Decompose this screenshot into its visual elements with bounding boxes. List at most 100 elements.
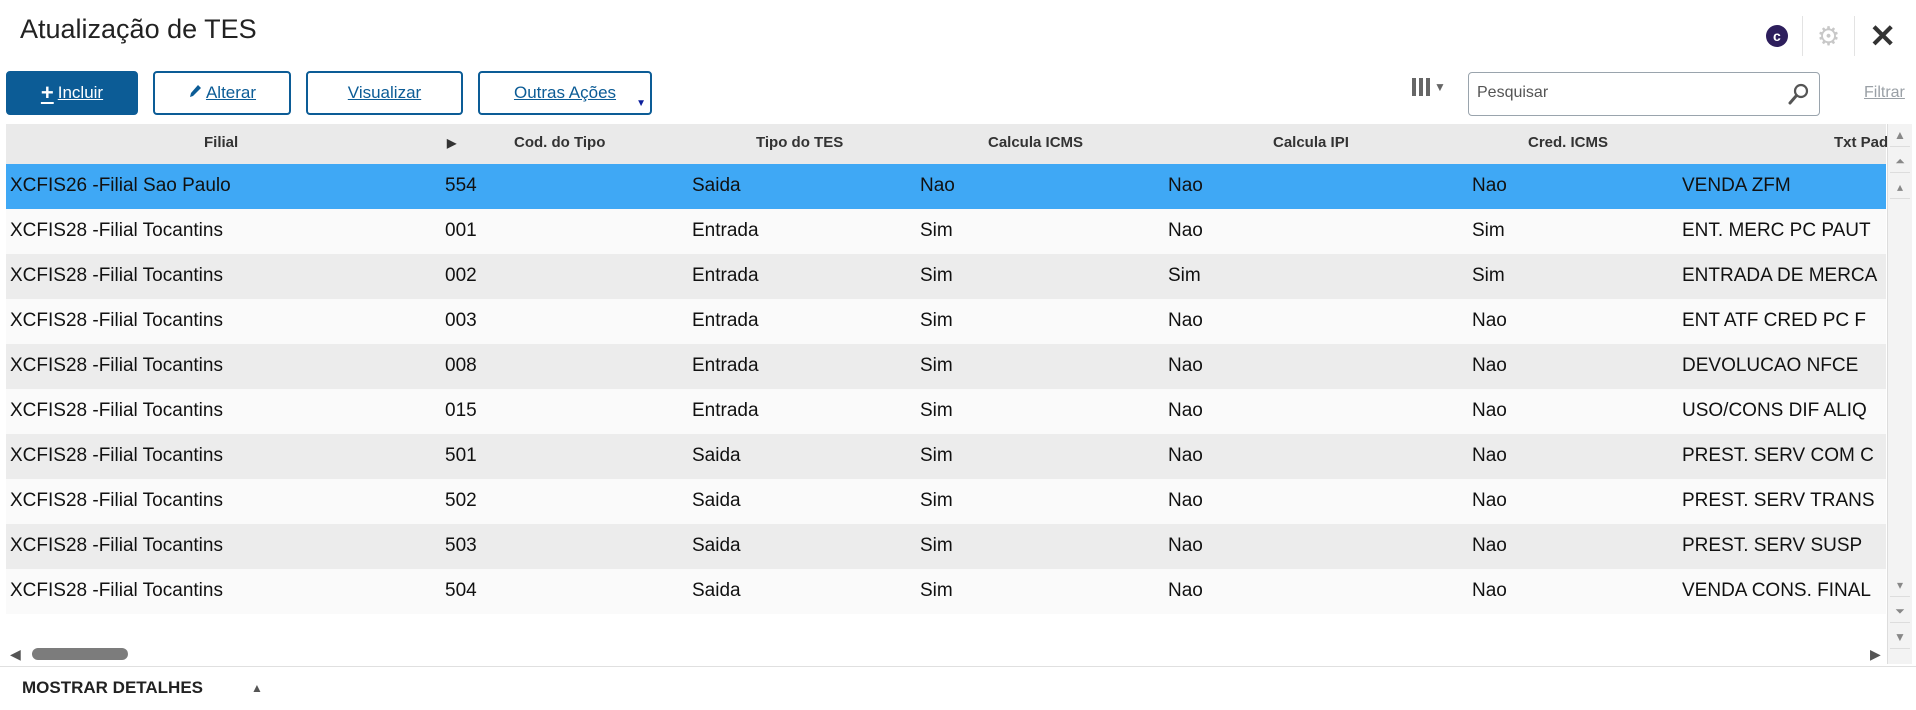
- column-selector[interactable]: ▼: [1412, 78, 1446, 96]
- scroll-right-icon[interactable]: ▶: [1870, 646, 1881, 663]
- cell-filial: XCFIS28 -Filial Tocantins: [10, 220, 223, 241]
- column-header-txt-pad[interactable]: Txt Pad: [1834, 134, 1888, 151]
- table-row[interactable]: XCFIS28 -Filial Tocantins 015 Entrada Sim Na…: [6, 389, 1886, 434]
- table-row[interactable]: XCFIS28 -Filial Tocantins 003 Entrada Sim Na…: [6, 299, 1886, 344]
- cell-calcula-icms: Sim: [920, 580, 953, 601]
- cell-calcula-icms: Sim: [920, 490, 953, 511]
- cell-tipo-tes: Entrada: [692, 400, 759, 421]
- cell-cred-icms: Nao: [1472, 490, 1507, 511]
- cell-cred-icms: Nao: [1472, 445, 1507, 466]
- cell-calcula-icms: Sim: [920, 355, 953, 376]
- cell-calcula-icms: Sim: [920, 220, 953, 241]
- cell-calcula-ipi: Nao: [1168, 400, 1203, 421]
- cell-calcula-ipi: Sim: [1168, 265, 1201, 286]
- cell-calcula-icms: Sim: [920, 445, 953, 466]
- search-box: [1468, 72, 1820, 116]
- cell-cod-tipo: 554: [445, 175, 477, 196]
- table-row[interactable]: XCFIS28 -Filial Tocantins 008 Entrada Sim Na…: [6, 344, 1886, 389]
- divider: [0, 666, 1916, 667]
- grid-header: Filial ▶ Cod. do Tipo Tipo do TES Calcul…: [6, 124, 1888, 164]
- cell-cred-icms: Nao: [1472, 355, 1507, 376]
- cell-txt-pad: DEVOLUCAO NFCE: [1682, 355, 1859, 376]
- scroll-top-icon[interactable]: ▲: [1890, 124, 1910, 147]
- scroll-up-icon[interactable]: ▴: [1890, 176, 1910, 199]
- search-input[interactable]: [1475, 83, 1779, 103]
- table-row[interactable]: XCFIS28 -Filial Tocantins 504 Saida Sim Nao N…: [6, 569, 1886, 614]
- cell-cred-icms: Nao: [1472, 400, 1507, 421]
- header-icons: c ⚙ ✕: [1765, 16, 1896, 56]
- visualizar-button[interactable]: Visualizar: [306, 71, 463, 115]
- cell-tipo-tes: Entrada: [692, 355, 759, 376]
- divider: [1854, 16, 1856, 56]
- cell-calcula-ipi: Nao: [1168, 490, 1203, 511]
- cell-cred-icms: Sim: [1472, 220, 1505, 241]
- search-icon[interactable]: [1787, 82, 1811, 106]
- table-row[interactable]: XCFIS28 -Filial Tocantins 501 Saida Sim Nao N…: [6, 434, 1886, 479]
- incluir-label: Incluir: [57, 83, 104, 102]
- divider: [1801, 16, 1803, 56]
- scroll-page-up-icon[interactable]: ⏶: [1890, 150, 1910, 173]
- table-row[interactable]: XCFIS26 -Filial Sao Paulo 554 Saida Nao Nao N…: [6, 164, 1886, 209]
- table-row[interactable]: XCFIS28 -Filial Tocantins 503 Saida Sim Nao N…: [6, 524, 1886, 569]
- cell-cod-tipo: 503: [445, 535, 477, 556]
- gear-icon[interactable]: ⚙: [1817, 23, 1840, 49]
- cell-tipo-tes: Entrada: [692, 310, 759, 331]
- column-header-filial[interactable]: Filial: [204, 134, 238, 151]
- details-label: MOSTRAR DETALHES: [22, 678, 204, 697]
- table-row[interactable]: XCFIS28 -Filial Tocantins 001 Entrada Sim Na…: [6, 209, 1886, 254]
- page-title: Atualização de TES: [20, 14, 257, 44]
- cell-filial: XCFIS28 -Filial Tocantins: [10, 445, 223, 466]
- cell-filial: XCFIS28 -Filial Tocantins: [10, 580, 223, 601]
- scroll-down-icon[interactable]: ▾: [1890, 574, 1910, 597]
- outras-acoes-button[interactable]: Outras Ações ▼: [478, 71, 652, 115]
- cell-filial: XCFIS28 -Filial Tocantins: [10, 265, 223, 286]
- cell-filial: XCFIS26 -Filial Sao Paulo: [10, 175, 231, 196]
- vertical-scrollbar[interactable]: ▲ ⏶ ▴ ▾ ⏷ ▼: [1887, 124, 1912, 664]
- alterar-label: Alterar: [205, 83, 257, 102]
- details-toggle[interactable]: MOSTRAR DETALHES ▲: [22, 678, 263, 698]
- table-row[interactable]: XCFIS28 -Filial Tocantins 502 Saida Sim Nao N…: [6, 479, 1886, 524]
- cell-cod-tipo: 501: [445, 445, 477, 466]
- filtrar-link[interactable]: Filtrar: [1864, 84, 1905, 102]
- cell-cred-icms: Nao: [1472, 310, 1507, 331]
- scroll-bottom-icon[interactable]: ▼: [1890, 626, 1910, 649]
- cell-cod-tipo: 003: [445, 310, 477, 331]
- cell-calcula-icms: Sim: [920, 535, 953, 556]
- app-logo-icon[interactable]: c: [1765, 25, 1788, 47]
- sort-indicator-icon[interactable]: ▶: [447, 136, 456, 150]
- cell-cod-tipo: 502: [445, 490, 477, 511]
- chevron-down-icon: ▼: [1434, 80, 1446, 94]
- cell-filial: XCFIS28 -Filial Tocantins: [10, 535, 223, 556]
- cell-cod-tipo: 008: [445, 355, 477, 376]
- incluir-button[interactable]: + Incluir: [6, 71, 138, 115]
- scroll-thumb[interactable]: [32, 648, 128, 660]
- column-header-tipo-tes[interactable]: Tipo do TES: [756, 134, 843, 151]
- scroll-left-icon[interactable]: ◀: [10, 646, 21, 663]
- visualizar-label: Visualizar: [347, 83, 422, 102]
- cell-cred-icms: Nao: [1472, 580, 1507, 601]
- cell-calcula-ipi: Nao: [1168, 175, 1203, 196]
- cell-calcula-ipi: Nao: [1168, 355, 1203, 376]
- alterar-button[interactable]: Alterar: [153, 71, 291, 115]
- cell-calcula-ipi: Nao: [1168, 220, 1203, 241]
- grid-body: XCFIS26 -Filial Sao Paulo 554 Saida Nao Nao N…: [6, 164, 1886, 614]
- cell-tipo-tes: Saida: [692, 445, 741, 466]
- cell-tipo-tes: Saida: [692, 535, 741, 556]
- column-header-cod-tipo[interactable]: Cod. do Tipo: [514, 134, 605, 151]
- cell-tipo-tes: Entrada: [692, 220, 759, 241]
- column-header-calcula-ipi[interactable]: Calcula IPI: [1273, 134, 1349, 151]
- column-header-cred-icms[interactable]: Cred. ICMS: [1528, 134, 1608, 151]
- cell-filial: XCFIS28 -Filial Tocantins: [10, 490, 223, 511]
- cell-cod-tipo: 504: [445, 580, 477, 601]
- cell-txt-pad: USO/CONS DIF ALIQ: [1682, 400, 1867, 421]
- cell-txt-pad: ENTRADA DE MERCA: [1682, 265, 1878, 286]
- cell-cod-tipo: 002: [445, 265, 477, 286]
- cell-filial: XCFIS28 -Filial Tocantins: [10, 355, 223, 376]
- cell-calcula-ipi: Nao: [1168, 580, 1203, 601]
- close-icon[interactable]: ✕: [1869, 20, 1896, 52]
- scroll-page-down-icon[interactable]: ⏷: [1890, 600, 1910, 623]
- column-header-calcula-icms[interactable]: Calcula ICMS: [988, 134, 1083, 151]
- cell-cred-icms: Sim: [1472, 265, 1505, 286]
- horizontal-scrollbar[interactable]: ◀ ▶: [6, 644, 1886, 664]
- table-row[interactable]: XCFIS28 -Filial Tocantins 002 Entrada Sim Si…: [6, 254, 1886, 299]
